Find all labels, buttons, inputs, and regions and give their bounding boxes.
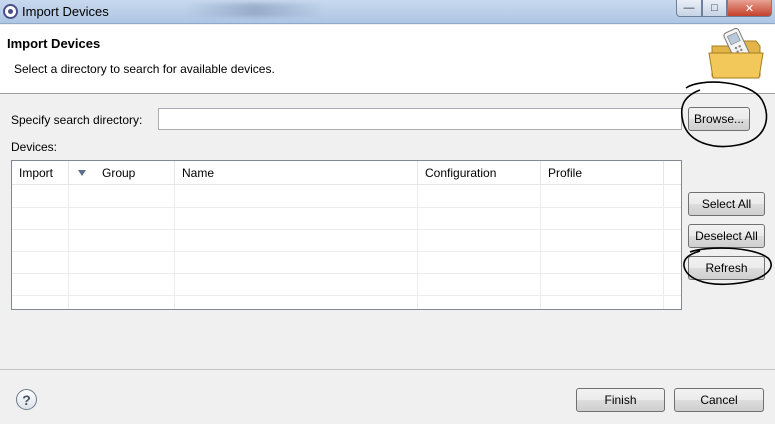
eclipse-app-icon: [3, 4, 18, 19]
devices-table[interactable]: Import Group Name Configuration Profile: [11, 160, 682, 310]
search-directory-label: Specify search directory:: [11, 113, 143, 127]
wizard-header: Import Devices Select a directory to sea…: [0, 25, 775, 94]
grid-line: [540, 185, 541, 309]
column-header-name[interactable]: Name: [175, 161, 418, 185]
minimize-button[interactable]: —: [676, 0, 702, 17]
deselect-all-button[interactable]: Deselect All: [688, 224, 765, 248]
devices-label: Devices:: [11, 140, 58, 154]
grid-line: [12, 229, 681, 230]
page-title: Import Devices: [7, 36, 101, 51]
grid-line: [12, 295, 681, 296]
select-all-button[interactable]: Select All: [688, 192, 765, 216]
folder-phone-icon: [708, 27, 764, 79]
close-button[interactable]: ✕: [727, 0, 772, 17]
title-bar: Import Devices — □ ✕: [0, 0, 775, 24]
refresh-button[interactable]: Refresh: [688, 256, 765, 280]
window-title: Import Devices: [22, 4, 109, 19]
blurred-background-title: [185, 3, 325, 17]
footer-separator: [0, 369, 775, 370]
grid-line: [417, 185, 418, 309]
grid-line: [12, 207, 681, 208]
column-header-configuration[interactable]: Configuration: [418, 161, 541, 185]
column-header-profile[interactable]: Profile: [541, 161, 664, 185]
cancel-button[interactable]: Cancel: [674, 388, 764, 412]
browse-button[interactable]: Browse...: [688, 107, 750, 131]
maximize-button[interactable]: □: [702, 0, 727, 17]
help-icon[interactable]: ?: [16, 389, 37, 410]
grid-line: [663, 185, 664, 309]
grid-line: [12, 251, 681, 252]
column-header-import[interactable]: Import: [12, 161, 69, 185]
grid-line: [12, 273, 681, 274]
grid-line: [68, 185, 69, 309]
table-header: Import Group Name Configuration Profile: [12, 161, 681, 185]
search-directory-input[interactable]: [158, 108, 682, 130]
sort-descending-icon: [78, 170, 86, 176]
finish-button[interactable]: Finish: [576, 388, 665, 412]
page-description: Select a directory to search for availab…: [14, 62, 275, 76]
grid-line: [174, 185, 175, 309]
